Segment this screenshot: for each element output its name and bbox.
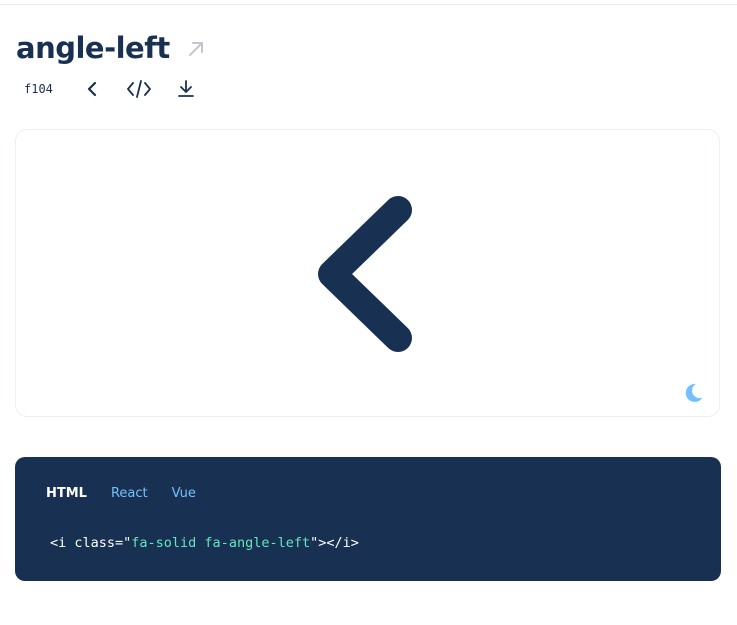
icon-toolbar: f104 xyxy=(16,76,220,102)
page-title: angle-left xyxy=(16,31,170,65)
unicode-value[interactable]: f104 xyxy=(16,78,61,100)
angle-left-icon xyxy=(318,196,412,352)
icon-preview-panel xyxy=(15,129,720,417)
code-close: "></i> xyxy=(310,535,359,551)
copy-code-button[interactable] xyxy=(126,76,152,102)
download-svg-button[interactable] xyxy=(173,76,199,102)
top-divider xyxy=(0,4,737,5)
icon-title-row: angle-left xyxy=(16,28,206,68)
tab-vue[interactable]: Vue xyxy=(172,486,196,502)
code-icon xyxy=(127,80,151,98)
angle-left-icon xyxy=(87,81,97,97)
arrow-up-right-icon[interactable] xyxy=(186,39,206,59)
copy-glyph-button[interactable] xyxy=(79,76,105,102)
moon-icon[interactable] xyxy=(682,382,704,404)
code-class-value: fa-solid fa-angle-left xyxy=(131,535,311,551)
code-snippet[interactable]: <i class="fa-solid fa-angle-left"></i> xyxy=(50,534,359,552)
code-open: <i class=" xyxy=(50,535,132,551)
tab-react[interactable]: React xyxy=(111,486,148,502)
download-icon xyxy=(178,80,194,97)
tab-html[interactable]: HTML xyxy=(46,486,87,502)
code-snippet-panel: HTML React Vue <i class="fa-solid fa-ang… xyxy=(15,457,721,581)
code-tabs: HTML React Vue xyxy=(46,486,220,502)
